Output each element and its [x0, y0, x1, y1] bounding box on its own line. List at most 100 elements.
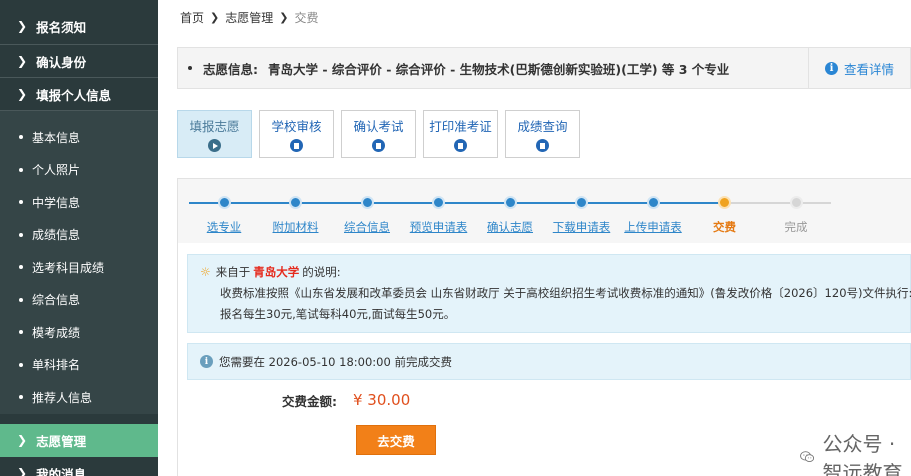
tab-print-admission-ticket[interactable]: 打印准考证 — [423, 110, 498, 158]
sidebar-item-label: 我的消息 — [36, 466, 87, 476]
volunteer-info-bar: 志愿信息: 青岛大学 - 综合评价 - 综合评价 - 生物技术(巴斯德创新实验班… — [177, 47, 911, 89]
main-content: 首页 ❯ 志愿管理 ❯ 交费 志愿信息: 青岛大学 - 综合评价 - 综合评价 … — [158, 0, 911, 476]
sidebar-subitem-school-info[interactable]: 中学信息 — [0, 186, 158, 219]
tab-confirm-exam[interactable]: 确认考试 — [341, 110, 416, 158]
chevron-right-icon: ❯ — [17, 466, 28, 476]
volunteer-info-label: 志愿信息: — [203, 61, 258, 77]
chevron-right-icon: ❯ — [210, 11, 220, 24]
sidebar-item-personal-info[interactable]: ❯ 填报个人信息 — [0, 78, 158, 111]
progress-steps: 选专业 附加材料 综合信息 预览申请表 确认志愿 下载申请表 上传申请表 交费 完成 — [178, 179, 911, 243]
volunteer-info-value: 青岛大学 - 综合评价 - 综合评价 - 生物技术(巴斯德创新实验班)(工学) … — [268, 61, 730, 77]
notice-school: 青岛大学 — [253, 265, 300, 279]
document-icon — [536, 139, 549, 152]
step-label: 交费 — [713, 220, 736, 234]
notice-suffix: 的说明: — [302, 265, 341, 279]
amount-value: ¥ 30.00 — [353, 391, 411, 409]
sidebar-item-volunteer-management[interactable]: ❯ 志愿管理 — [0, 423, 158, 457]
breadcrumb-section[interactable]: 志愿管理 — [225, 9, 273, 26]
payment-deadline: i 您需要在 2026-05-10 18:00:00 前完成交费 — [187, 343, 911, 380]
sidebar-item-my-messages[interactable]: ❯ 我的消息 — [0, 457, 158, 476]
sidebar-subitem-general-info[interactable]: 综合信息 — [0, 284, 158, 317]
step-dot — [432, 196, 445, 209]
view-details-label: 查看详情 — [843, 61, 894, 77]
chevron-right-icon: ❯ — [17, 87, 28, 101]
bullet-icon — [19, 395, 23, 400]
step-label[interactable]: 选专业 — [207, 219, 242, 235]
chevron-right-icon: ❯ — [17, 19, 28, 33]
process-tabs: 填报志愿 学校审核 确认考试 打印准考证 成绩查询 — [177, 110, 580, 158]
sidebar-subitem-label: 推荐人信息 — [32, 390, 93, 405]
sidebar-subitem-mock-scores[interactable]: 模考成绩 — [0, 316, 158, 349]
bullet-icon — [19, 330, 23, 335]
view-details-link[interactable]: i 查看详情 — [808, 48, 910, 88]
tab-school-review[interactable]: 学校审核 — [259, 110, 334, 158]
sidebar-subitem-elective-grades[interactable]: 选考科目成绩 — [0, 251, 158, 284]
pay-button[interactable]: 去交费 — [356, 425, 436, 455]
info-icon: i — [824, 61, 838, 75]
breadcrumb: 首页 ❯ 志愿管理 ❯ 交费 — [180, 9, 318, 26]
sidebar-item-label: 填报个人信息 — [36, 87, 112, 103]
sidebar-submenu: 基本信息 个人照片 中学信息 成绩信息 选考科目成绩 综合信息 模考成绩 单科排… — [0, 111, 158, 414]
sidebar-item-label: 报名须知 — [36, 19, 87, 35]
sidebar-item-confirm-identity[interactable]: ❯ 确认身份 — [0, 45, 158, 78]
step-dot — [360, 196, 374, 209]
bullet-icon — [19, 265, 23, 270]
tab-fill-volunteer[interactable]: 填报志愿 — [177, 110, 252, 158]
step-dot — [575, 196, 588, 209]
sidebar-subitem-referrer-info[interactable]: 推荐人信息 — [0, 381, 158, 414]
tab-label: 填报志愿 — [189, 119, 240, 134]
amount-label: 交费金额: — [282, 393, 337, 409]
sidebar: ❯ 报名须知 ❯ 确认身份 ❯ 填报个人信息 基本信息 个人照片 中学信息 成绩… — [0, 0, 158, 476]
document-icon — [290, 139, 303, 152]
tab-score-query[interactable]: 成绩查询 — [505, 110, 580, 158]
lightbulb-icon: ☼ — [200, 265, 211, 279]
notice-prefix: 来自于 — [215, 265, 251, 279]
sidebar-subitem-label: 选考科目成绩 — [32, 260, 105, 275]
sidebar-subitem-label: 个人照片 — [32, 163, 81, 178]
fee-notice: ☼ 来自于 青岛大学 的说明: 收费标准按照《山东省发展和改革委员会 山东省财政… — [187, 254, 911, 333]
sidebar-subitem-photo[interactable]: 个人照片 — [0, 154, 158, 187]
step-label[interactable]: 下载申请表 — [553, 219, 611, 235]
bullet-icon — [188, 66, 192, 70]
bullet-icon — [19, 232, 23, 237]
notice-line: 收费标准按照《山东省发展和改革委员会 山东省财政厅 关于高校组织招生考试收费标准… — [220, 286, 911, 300]
sidebar-subitem-label: 基本信息 — [32, 130, 81, 145]
bullet-icon — [19, 200, 23, 205]
step-dot — [217, 196, 231, 209]
sidebar-subitem-label: 中学信息 — [32, 195, 81, 210]
sidebar-subitem-grades[interactable]: 成绩信息 — [0, 219, 158, 252]
chevron-right-icon: ❯ — [279, 11, 289, 24]
step-label[interactable]: 预览申请表 — [410, 219, 468, 235]
step-label[interactable]: 综合信息 — [344, 219, 390, 235]
step-dot — [789, 196, 803, 209]
tab-label: 成绩查询 — [517, 119, 568, 134]
watermark: 公众号 · 智远教育 — [800, 428, 911, 476]
info-icon: i — [200, 355, 213, 368]
bullet-icon — [19, 135, 23, 140]
notice-line: 报名每生30元,笔试每科40元,面试每生50元。 — [220, 307, 456, 321]
sidebar-subitem-basic-info[interactable]: 基本信息 — [0, 121, 158, 154]
breadcrumb-current: 交费 — [294, 11, 319, 25]
sidebar-subitem-label: 单科排名 — [32, 358, 81, 373]
step-label[interactable]: 附加材料 — [273, 219, 319, 235]
progress-track-complete — [189, 202, 725, 204]
sidebar-item-enroll-notice[interactable]: ❯ 报名须知 — [0, 0, 158, 45]
step-label[interactable]: 确认志愿 — [487, 219, 533, 235]
sidebar-subitem-subject-rank[interactable]: 单科排名 — [0, 349, 158, 382]
sidebar-subitem-label: 模考成绩 — [32, 325, 81, 340]
progress-track-remaining — [724, 202, 831, 204]
deadline-text: 您需要在 2026-05-10 18:00:00 前完成交费 — [219, 354, 452, 369]
document-icon — [372, 139, 385, 152]
step-label: 完成 — [784, 220, 808, 234]
step-label[interactable]: 上传申请表 — [624, 219, 682, 235]
sidebar-item-label: 志愿管理 — [36, 433, 87, 449]
sidebar-subitem-label: 综合信息 — [32, 293, 81, 308]
chevron-right-icon: ❯ — [17, 433, 28, 447]
watermark-text: 公众号 · 智远教育 — [822, 432, 903, 476]
breadcrumb-home[interactable]: 首页 — [180, 9, 204, 26]
document-icon — [454, 139, 467, 152]
tab-label: 打印准考证 — [429, 119, 492, 134]
bullet-icon — [19, 362, 23, 367]
tab-label: 确认考试 — [353, 119, 404, 134]
tab-label: 学校审核 — [271, 119, 322, 134]
